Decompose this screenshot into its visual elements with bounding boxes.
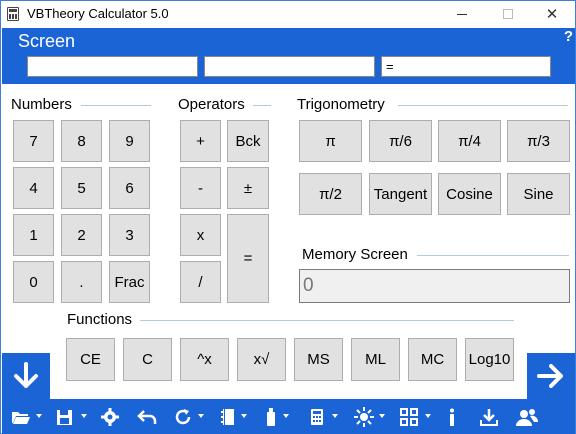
- save-icon[interactable]: [56, 407, 73, 427]
- numbers-header: Numbers: [11, 96, 72, 113]
- folder-open-icon[interactable]: [11, 407, 31, 427]
- memory-clear-button[interactable]: MC: [408, 338, 457, 381]
- notebook-dropdown-caret[interactable]: [241, 414, 247, 418]
- refresh-dropdown-caret[interactable]: [198, 414, 204, 418]
- pi-over-2-button[interactable]: π/2: [299, 173, 362, 215]
- digit-6-button[interactable]: 6: [109, 167, 150, 209]
- multiply-button[interactable]: x: [180, 214, 221, 256]
- memory-screen-display[interactable]: 0: [299, 269, 570, 303]
- operators-header: Operators: [178, 96, 245, 113]
- plus-button[interactable]: +: [180, 120, 221, 162]
- screen-title: Screen: [18, 31, 76, 51]
- screen-field-result[interactable]: =: [381, 56, 551, 77]
- collapse-panel-button[interactable]: [2, 353, 50, 399]
- screen-panel: Screen ? =: [2, 28, 575, 84]
- digit-1-button[interactable]: 1: [13, 214, 54, 256]
- numbers-divider: [81, 105, 151, 106]
- usb-dropdown-caret[interactable]: [283, 414, 289, 418]
- tangent-button[interactable]: Tangent: [369, 173, 432, 215]
- save-dropdown-caret[interactable]: [81, 414, 87, 418]
- usb-drive-icon[interactable]: [266, 407, 276, 427]
- help-button[interactable]: ?: [564, 28, 573, 45]
- trigonometry-divider: [398, 105, 568, 106]
- window-title: VBTheory Calculator 5.0: [27, 6, 169, 21]
- memory-screen-header: Memory Screen: [302, 246, 408, 263]
- folder-dropdown-caret[interactable]: [36, 414, 42, 418]
- digit-5-button[interactable]: 5: [61, 167, 102, 209]
- sun-dropdown-caret[interactable]: [379, 414, 385, 418]
- sine-button[interactable]: Sine: [507, 173, 570, 215]
- arrow-down-icon: [14, 362, 38, 388]
- root-button[interactable]: x√: [237, 338, 286, 381]
- digit-4-button[interactable]: 4: [13, 167, 54, 209]
- grid-dropdown-caret[interactable]: [425, 414, 431, 418]
- divide-button[interactable]: /: [180, 261, 221, 303]
- sun-icon[interactable]: [354, 407, 374, 427]
- digit-8-button[interactable]: 8: [61, 120, 102, 162]
- maximize-icon: [503, 9, 513, 19]
- info-icon[interactable]: [448, 407, 456, 427]
- backspace-button[interactable]: Bck: [227, 120, 269, 162]
- pi-over-3-button[interactable]: π/3: [507, 120, 570, 162]
- grid-icon[interactable]: [400, 407, 418, 427]
- notebook-icon[interactable]: [221, 407, 235, 427]
- refresh-icon[interactable]: [174, 407, 192, 427]
- download-icon[interactable]: [480, 407, 498, 427]
- app-window: VBTheory Calculator 5.0 ✕ Screen ? = Num…: [0, 0, 576, 434]
- pi-over-4-button[interactable]: π/4: [438, 120, 501, 162]
- users-icon[interactable]: [516, 407, 538, 427]
- functions-divider: [140, 320, 514, 321]
- calculator-icon[interactable]: [310, 407, 324, 427]
- minimize-icon: [457, 13, 467, 15]
- bottom-toolbar: [2, 399, 575, 434]
- digit-0-button[interactable]: 0: [13, 261, 54, 303]
- screen-field-1[interactable]: [27, 56, 198, 77]
- settings-icon[interactable]: [101, 407, 119, 427]
- log10-button[interactable]: Log10: [465, 338, 514, 381]
- minimize-button[interactable]: [439, 1, 485, 27]
- digit-7-button[interactable]: 7: [13, 120, 54, 162]
- plus-minus-button[interactable]: ±: [227, 167, 269, 209]
- memory-load-button[interactable]: ML: [351, 338, 400, 381]
- memory-store-button[interactable]: MS: [294, 338, 343, 381]
- functions-header: Functions: [67, 311, 133, 328]
- maximize-button[interactable]: [485, 1, 531, 27]
- pi-over-6-button[interactable]: π/6: [369, 120, 432, 162]
- clear-button[interactable]: C: [123, 338, 172, 381]
- digit-3-button[interactable]: 3: [109, 214, 150, 256]
- digit-9-button[interactable]: 9: [109, 120, 150, 162]
- equals-button[interactable]: =: [227, 214, 269, 303]
- power-button[interactable]: ^x: [180, 338, 229, 381]
- cosine-button[interactable]: Cosine: [438, 173, 501, 215]
- minus-button[interactable]: -: [180, 167, 221, 209]
- screen-field-2[interactable]: [204, 56, 375, 77]
- clear-entry-button[interactable]: CE: [66, 338, 115, 381]
- calculator-app-icon: [7, 7, 19, 21]
- undo-icon[interactable]: [137, 407, 157, 427]
- operators-divider: [253, 105, 271, 106]
- title-bar: VBTheory Calculator 5.0 ✕: [1, 1, 575, 27]
- close-icon: ✕: [545, 6, 559, 23]
- fraction-button[interactable]: Frac: [109, 261, 150, 303]
- decimal-button[interactable]: .: [61, 261, 102, 303]
- pi-button[interactable]: π: [299, 120, 362, 162]
- close-button[interactable]: ✕: [529, 1, 575, 27]
- trigonometry-header: Trigonometry: [297, 96, 385, 113]
- memory-divider: [417, 255, 569, 256]
- next-panel-button[interactable]: [527, 353, 575, 399]
- arrow-right-icon: [537, 364, 563, 388]
- calculator-dropdown-caret[interactable]: [332, 414, 338, 418]
- digit-2-button[interactable]: 2: [61, 214, 102, 256]
